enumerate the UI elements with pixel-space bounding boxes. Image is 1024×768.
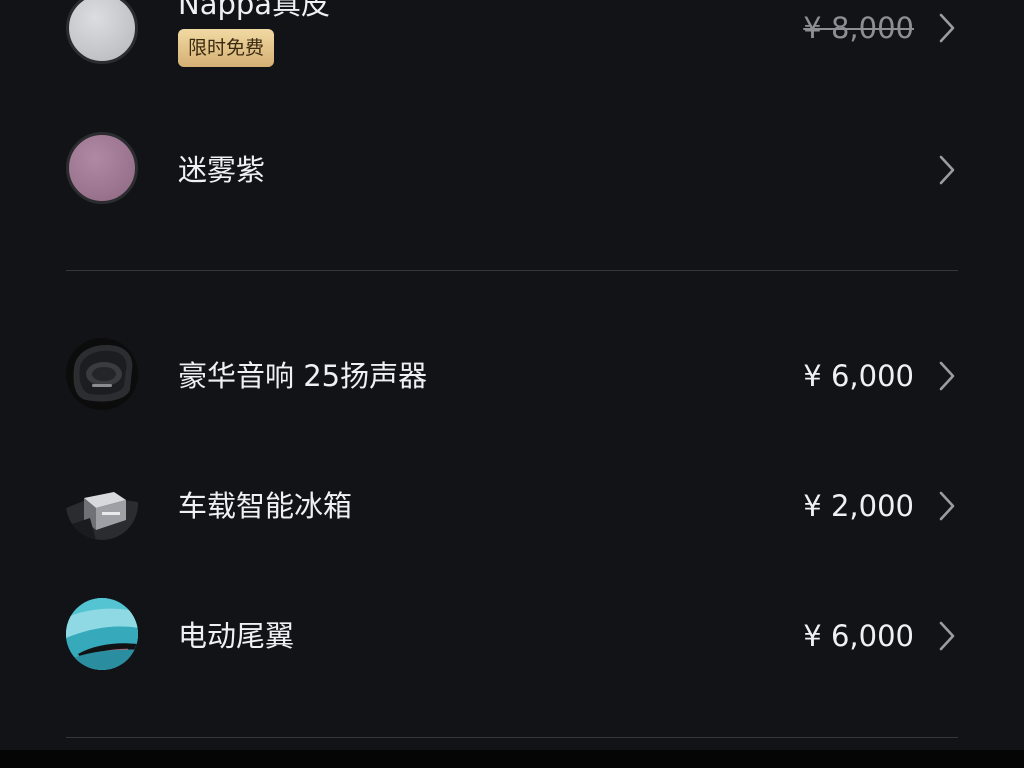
- speaker-image: [66, 338, 138, 410]
- chevron-right-icon: [939, 361, 955, 391]
- bottom-edge-bar: [0, 750, 1024, 768]
- option-label: 车载智能冰箱: [178, 489, 353, 523]
- chevron-right-icon: [939, 621, 955, 651]
- option-row-nappa-leather[interactable]: Nappa真皮 限时免费 ¥ 8,000: [66, 0, 958, 68]
- color-swatch-silver: [66, 0, 138, 64]
- option-label: 迷雾紫: [178, 153, 266, 187]
- chevron-right-icon: [939, 155, 955, 185]
- section-divider: [66, 270, 958, 271]
- fridge-image: [66, 468, 138, 540]
- option-price: ¥ 6,000: [803, 619, 914, 653]
- option-row-smart-fridge[interactable]: 车载智能冰箱 ¥ 2,000: [66, 468, 958, 544]
- option-label: 豪华音响 25扬声器: [178, 359, 428, 393]
- option-row-premium-audio[interactable]: 豪华音响 25扬声器 ¥ 6,000: [66, 338, 958, 414]
- option-row-electric-spoiler[interactable]: 电动尾翼 ¥ 6,000: [66, 598, 958, 674]
- options-list-screen: Nappa真皮 限时免费 ¥ 8,000 迷雾紫 豪华音响 25扬声器 ¥ 6,…: [0, 0, 1024, 768]
- option-price: ¥ 2,000: [803, 489, 914, 523]
- section-divider: [66, 737, 958, 738]
- option-label: Nappa真皮: [178, 0, 331, 21]
- option-label: 电动尾翼: [178, 619, 295, 653]
- option-price: ¥ 6,000: [803, 359, 914, 393]
- color-swatch-purple: [66, 132, 138, 204]
- free-promo-badge: 限时免费: [178, 29, 275, 67]
- chevron-right-icon: [939, 491, 955, 521]
- option-price: ¥ 8,000: [803, 11, 914, 45]
- spoiler-image: [66, 598, 138, 670]
- option-row-mist-purple[interactable]: 迷雾紫: [66, 132, 958, 208]
- chevron-right-icon: [939, 13, 955, 43]
